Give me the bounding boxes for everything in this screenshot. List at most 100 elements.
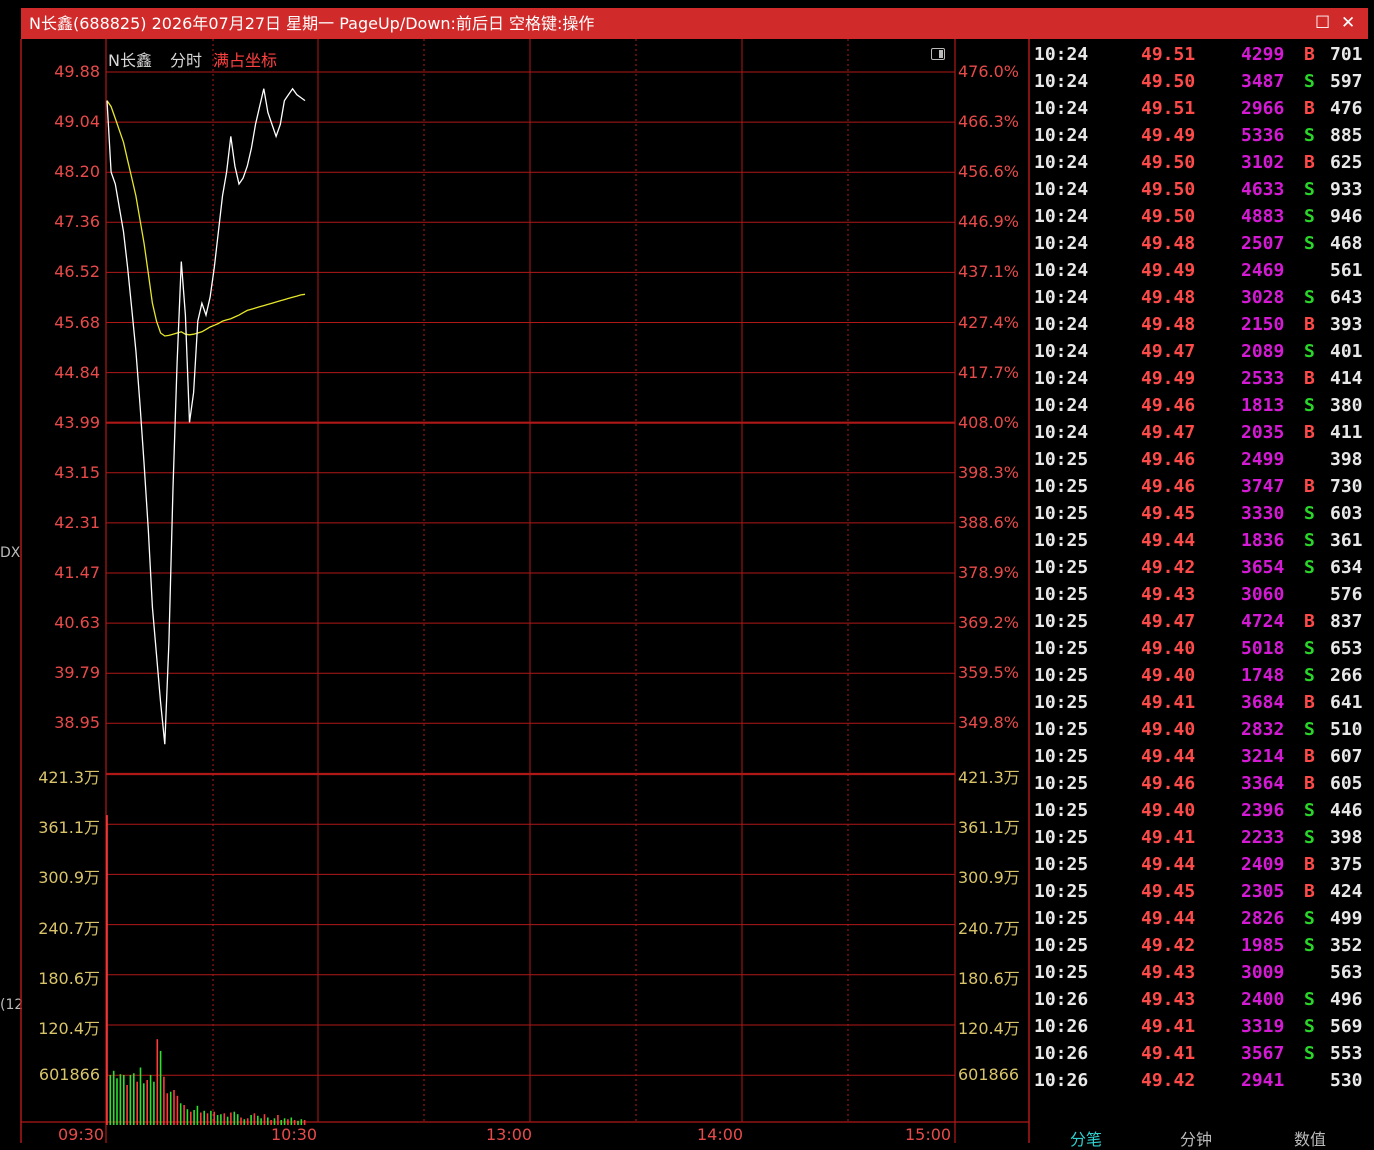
tab-1[interactable]: 分钟 — [1180, 1126, 1212, 1150]
tick-row[interactable]: 10:24 49.50 4633 S 933 — [1030, 176, 1374, 203]
tick-row[interactable]: 10:25 49.44 1836 S 361 — [1030, 527, 1374, 554]
price-axis-label: 44.84 — [54, 362, 100, 382]
tick-row[interactable]: 10:24 49.49 5336 S 885 — [1030, 122, 1374, 149]
tick-side: S — [1304, 719, 1315, 740]
time-axis-label: 10:30 — [271, 1125, 318, 1144]
tick-volume: 4299 — [1241, 44, 1285, 65]
scale-mode-label[interactable]: 满占坐标 — [213, 47, 277, 71]
tick-row[interactable]: 10:26 49.43 2400 S 496 — [1030, 986, 1374, 1013]
tick-time: 10:25 — [1034, 719, 1089, 740]
tick-row[interactable]: 10:24 49.51 2966 B 476 — [1030, 95, 1374, 122]
tick-count: 393 — [1330, 314, 1363, 335]
tick-row[interactable]: 10:24 49.50 3487 S 597 — [1030, 68, 1374, 95]
tick-row[interactable]: 10:25 49.44 3214 B 607 — [1030, 743, 1374, 770]
mode-label[interactable]: 分时 — [170, 47, 202, 71]
volume-axis-label: 120.4万 — [958, 1019, 1020, 1038]
tick-count: 597 — [1330, 71, 1363, 92]
intraday-chart-area[interactable]: N长鑫 分时 满占坐标 49.88 49.04 48.20 47.36 46.52 45.… — [0, 39, 1030, 1144]
percent-axis-label: 437.1% — [958, 262, 1020, 282]
tick-price: 49.48 — [1141, 314, 1196, 335]
tick-row[interactable]: 10:25 49.43 3060 576 — [1030, 581, 1374, 608]
stock-name-label: N长鑫 — [108, 51, 152, 70]
tick-side: S — [1304, 125, 1315, 146]
tick-row[interactable]: 10:25 49.44 2409 B 375 — [1030, 851, 1374, 878]
tick-time: 10:24 — [1034, 206, 1089, 227]
tick-row[interactable]: 10:24 49.46 1813 S 380 — [1030, 392, 1374, 419]
tick-row[interactable]: 10:25 49.45 3330 S 603 — [1030, 500, 1374, 527]
tick-volume: 2305 — [1241, 881, 1285, 902]
percent-axis-label: 476.0% — [958, 62, 1020, 81]
tick-side: S — [1304, 827, 1315, 848]
price-axis-label: 49.88 — [54, 62, 100, 81]
tick-row[interactable]: 10:24 49.47 2089 S 401 — [1030, 338, 1374, 365]
tick-list[interactable]: 10:24 49.51 4299 B 701 10:24 49.50 3487 S 597 10:2… — [1030, 39, 1374, 1143]
tick-count: 424 — [1330, 881, 1363, 902]
tick-row[interactable]: 10:24 49.50 3102 B 625 — [1030, 149, 1374, 176]
maximize-icon[interactable]: ☐ — [1315, 8, 1330, 39]
tab-2[interactable]: 数值 — [1294, 1126, 1326, 1150]
tick-row[interactable]: 10:24 49.47 2035 B 411 — [1030, 419, 1374, 446]
tick-row[interactable]: 10:24 49.48 3028 S 643 — [1030, 284, 1374, 311]
tick-row[interactable]: 10:25 49.40 2832 S 510 — [1030, 716, 1374, 743]
tick-row[interactable]: 10:26 49.41 3567 S 553 — [1030, 1040, 1374, 1067]
tick-count: 653 — [1330, 638, 1363, 659]
tick-row[interactable]: 10:25 49.47 4724 B 837 — [1030, 608, 1374, 635]
tick-time: 10:25 — [1034, 746, 1089, 767]
price-axis-label: 41.47 — [54, 563, 100, 582]
tick-row[interactable]: 10:25 49.44 2826 S 499 — [1030, 905, 1374, 932]
tick-row[interactable]: 10:26 49.41 3319 S 569 — [1030, 1013, 1374, 1040]
tick-count: 563 — [1330, 962, 1363, 983]
volume-bars — [106, 815, 306, 1125]
percent-axis-label: 417.7% — [958, 362, 1020, 382]
percent-axis-label: 408.0% — [958, 412, 1020, 432]
tick-side: S — [1304, 935, 1315, 956]
tick-time: 10:25 — [1034, 503, 1089, 524]
tab-0[interactable]: 分笔 — [1070, 1126, 1102, 1150]
tick-side: S — [1304, 908, 1315, 929]
tick-row[interactable]: 10:25 49.41 3684 B 641 — [1030, 689, 1374, 716]
tick-row[interactable]: 10:25 49.42 3654 S 634 — [1030, 554, 1374, 581]
tick-side: S — [1304, 1043, 1315, 1064]
percent-axis-label: 446.9% — [958, 212, 1020, 232]
tick-count: 510 — [1330, 719, 1363, 740]
tick-volume: 1813 — [1241, 395, 1285, 416]
tick-row[interactable]: 10:25 49.46 3364 B 605 — [1030, 770, 1374, 797]
tick-row[interactable]: 10:24 49.49 2533 B 414 — [1030, 365, 1374, 392]
tick-volume: 3060 — [1241, 584, 1285, 605]
tick-row[interactable]: 10:25 49.46 2499 398 — [1030, 446, 1374, 473]
tick-volume: 3364 — [1241, 773, 1285, 794]
intraday-chart[interactable] — [0, 39, 1030, 1143]
tick-row[interactable]: 10:24 49.51 4299 B 701 — [1030, 41, 1374, 68]
tick-side: S — [1304, 395, 1315, 416]
tick-row[interactable]: 10:26 49.42 2941 530 — [1030, 1067, 1374, 1094]
tick-row[interactable]: 10:25 49.40 5018 S 653 — [1030, 635, 1374, 662]
tick-volume: 3487 — [1241, 71, 1285, 92]
tick-time: 10:26 — [1034, 1016, 1089, 1037]
tick-price: 49.43 — [1141, 584, 1196, 605]
tick-row[interactable]: 10:24 49.48 2150 B 393 — [1030, 311, 1374, 338]
price-axis-label: 46.52 — [54, 262, 100, 282]
volume-axis-label: 300.9万 — [38, 868, 100, 888]
tick-row[interactable]: 10:25 49.43 3009 563 — [1030, 959, 1374, 986]
tick-time: 10:24 — [1034, 368, 1089, 389]
close-icon[interactable]: ✕ — [1341, 8, 1355, 39]
tick-row[interactable]: 10:25 49.40 1748 S 266 — [1030, 662, 1374, 689]
tick-price: 49.46 — [1141, 395, 1196, 416]
tick-volume: 5336 — [1241, 125, 1285, 146]
tick-row[interactable]: 10:25 49.45 2305 B 424 — [1030, 878, 1374, 905]
panel-toggle-icon[interactable] — [931, 48, 945, 60]
tick-row[interactable]: 10:25 49.40 2396 S 446 — [1030, 797, 1374, 824]
tick-row[interactable]: 10:25 49.46 3747 B 730 — [1030, 473, 1374, 500]
tick-time: 10:25 — [1034, 584, 1089, 605]
tick-time: 10:25 — [1034, 881, 1089, 902]
tick-time: 10:25 — [1034, 773, 1089, 794]
tick-volume: 2941 — [1241, 1070, 1285, 1091]
percent-axis-label: 466.3% — [958, 112, 1020, 132]
tick-row[interactable]: 10:25 49.42 1985 S 352 — [1030, 932, 1374, 959]
tick-row[interactable]: 10:24 49.48 2507 S 468 — [1030, 230, 1374, 257]
tick-time: 10:25 — [1034, 962, 1089, 983]
tick-time: 10:25 — [1034, 935, 1089, 956]
tick-row[interactable]: 10:24 49.49 2469 561 — [1030, 257, 1374, 284]
tick-row[interactable]: 10:25 49.41 2233 S 398 — [1030, 824, 1374, 851]
tick-row[interactable]: 10:24 49.50 4883 S 946 — [1030, 203, 1374, 230]
